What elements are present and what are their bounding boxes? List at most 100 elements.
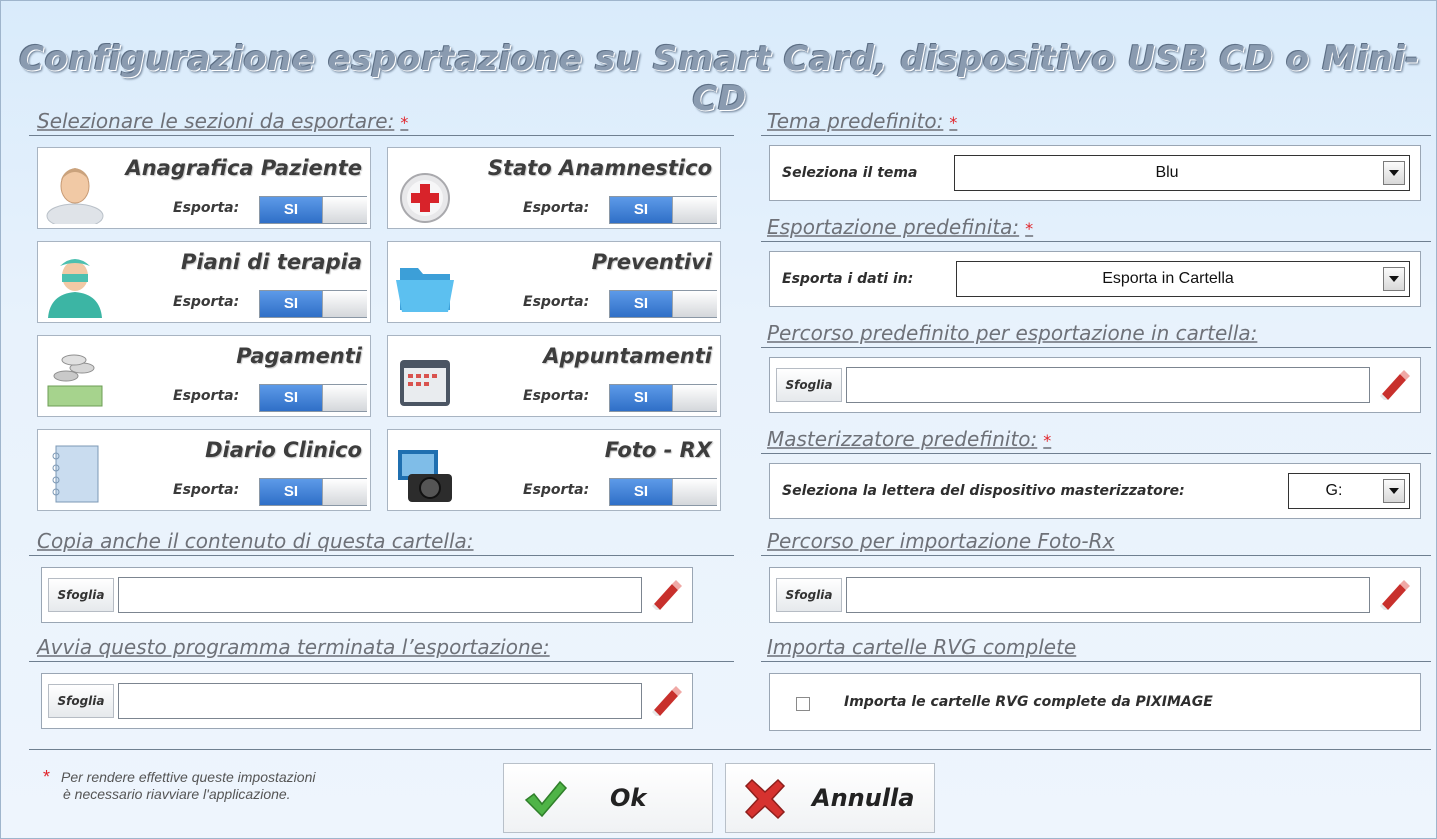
export-label: Esporta: [523, 200, 590, 216]
burner-select[interactable]: G: [1288, 473, 1410, 509]
chevron-down-icon[interactable] [1383, 161, 1405, 185]
toggle-on-label: SI [260, 385, 322, 411]
toggle-knob [672, 479, 717, 505]
import-rvg-panel: Importa le cartelle RVG complete da PIXI… [769, 673, 1421, 731]
card-title: Diario Clinico [205, 438, 362, 462]
theme-label: Seleziona il tema [782, 165, 918, 181]
import-path-heading: Percorso per importazione Foto-Rx [767, 529, 1115, 553]
eraser-icon[interactable] [650, 578, 684, 612]
default-export-label: Esportazione predefinita: [767, 215, 1020, 239]
restart-note: * Per rendere effettive queste impostazi… [43, 768, 316, 803]
footer-divider [29, 749, 1431, 750]
browse-button[interactable]: Sfoglia [48, 578, 114, 612]
import-path-input[interactable] [846, 577, 1370, 613]
launch-program-panel: Sfoglia [41, 673, 693, 729]
medical-cross-icon [400, 173, 450, 223]
import-path-panel: Sfoglia [769, 567, 1421, 623]
required-mark: * [1025, 219, 1034, 238]
card-piani-di-terapia: Piani di terapia Esporta: SI [37, 241, 371, 323]
folder-icon [396, 268, 454, 312]
export-label: Esporta: [173, 294, 240, 310]
burner-panel: Seleziona la lettera del dispositivo mas… [769, 463, 1421, 519]
browse-button[interactable]: Sfoglia [48, 684, 114, 718]
export-toggle-stato-anamnestico[interactable]: SI [609, 196, 717, 224]
card-title: Piani di terapia [181, 250, 362, 274]
divider [761, 661, 1431, 662]
export-toggle-preventivi[interactable]: SI [609, 290, 717, 318]
eraser-icon[interactable] [1378, 368, 1412, 402]
toggle-knob [322, 197, 367, 223]
browse-button[interactable]: Sfoglia [776, 578, 842, 612]
toggle-knob [322, 479, 367, 505]
note-line-2: è necessario riavviare l'applicazione. [63, 786, 291, 802]
toggle-knob [672, 291, 717, 317]
toggle-on-label: SI [260, 291, 322, 317]
divider [761, 135, 1431, 136]
card-stato-anamnestico: Stato Anamnestico Esporta: SI [387, 147, 721, 229]
default-export-heading: Esportazione predefinita: * [767, 215, 1033, 239]
divider [761, 555, 1431, 556]
select-sections-label: Selezionare le sezioni da esportare: [37, 109, 395, 133]
eraser-icon[interactable] [1378, 578, 1412, 612]
default-path-heading: Percorso predefinito per esportazione in… [767, 321, 1258, 345]
burner-label: Seleziona la lettera del dispositivo mas… [782, 483, 1185, 499]
import-rvg-label: Importa le cartelle RVG complete da PIXI… [844, 694, 1213, 710]
copy-folder-path-input[interactable] [118, 577, 642, 613]
export-toggle-diario-clinico[interactable]: SI [259, 478, 367, 506]
card-title: Foto - RX [604, 438, 712, 462]
card-preventivi: Preventivi Esporta: SI [387, 241, 721, 323]
toggle-on-label: SI [610, 385, 672, 411]
theme-select[interactable]: Blu [954, 155, 1410, 191]
export-select-value: Esporta in Cartella [1102, 270, 1234, 287]
required-mark: * [949, 113, 958, 132]
toggle-on-label: SI [610, 197, 672, 223]
card-title: Appuntamenti [543, 344, 712, 368]
eraser-icon[interactable] [650, 684, 684, 718]
launch-program-heading: Avvia questo programma terminata l’espor… [37, 635, 550, 659]
export-toggle-foto-rx[interactable]: SI [609, 478, 717, 506]
default-theme-label: Tema predefinito: [767, 109, 944, 133]
required-mark: * [1043, 431, 1052, 450]
copy-folder-panel: Sfoglia [41, 567, 693, 623]
burner-select-value: G: [1325, 482, 1343, 499]
export-toggle-appuntamenti[interactable]: SI [609, 384, 717, 412]
card-title: Stato Anamnestico [487, 156, 712, 180]
export-toggle-piani-terapia[interactable]: SI [259, 290, 367, 318]
chevron-down-icon[interactable] [1383, 479, 1405, 503]
default-path-panel: Sfoglia [769, 357, 1421, 413]
export-panel: Esporta i dati in: Esporta in Cartella [769, 251, 1421, 307]
import-rvg-checkbox[interactable] [796, 697, 810, 711]
export-toggle-pagamenti[interactable]: SI [259, 384, 367, 412]
export-select[interactable]: Esporta in Cartella [956, 261, 1410, 297]
dentist-icon [48, 259, 102, 318]
theme-panel: Seleziona il tema Blu [769, 145, 1421, 201]
close-icon [744, 778, 786, 820]
card-title: Pagamenti [236, 344, 362, 368]
export-label: Esporta: [173, 200, 240, 216]
note-line-1: Per rendere effettive queste impostazion… [61, 769, 316, 785]
chevron-down-icon[interactable] [1383, 267, 1405, 291]
window-title: Configurazione esportazione su Smart Car… [19, 39, 1420, 119]
export-label: Esporta: [523, 294, 590, 310]
cancel-button[interactable]: Annulla [725, 763, 935, 833]
export-label: Esporta i dati in: [782, 271, 914, 287]
toggle-on-label: SI [260, 197, 322, 223]
ok-button[interactable]: Ok [503, 763, 713, 833]
select-sections-heading: Selezionare le sezioni da esportare: * [37, 109, 408, 133]
export-config-window: Configurazione esportazione su Smart Car… [0, 0, 1437, 839]
browse-button[interactable]: Sfoglia [776, 368, 842, 402]
copy-folder-heading: Copia anche il contenuto di questa carte… [37, 529, 474, 553]
toggle-on-label: SI [610, 291, 672, 317]
export-label: Esporta: [523, 482, 590, 498]
divider [761, 347, 1431, 348]
export-toggle-anagrafica[interactable]: SI [259, 196, 367, 224]
divider [29, 555, 734, 556]
divider [761, 241, 1431, 242]
default-burner-heading: Masterizzatore predefinito: * [767, 427, 1051, 451]
toggle-on-label: SI [610, 479, 672, 505]
divider [29, 135, 734, 136]
default-path-input[interactable] [846, 367, 1370, 403]
calendar-icon [400, 360, 450, 406]
launch-program-path-input[interactable] [118, 683, 642, 719]
card-foto-rx: Foto - RX Esporta: SI [387, 429, 721, 511]
